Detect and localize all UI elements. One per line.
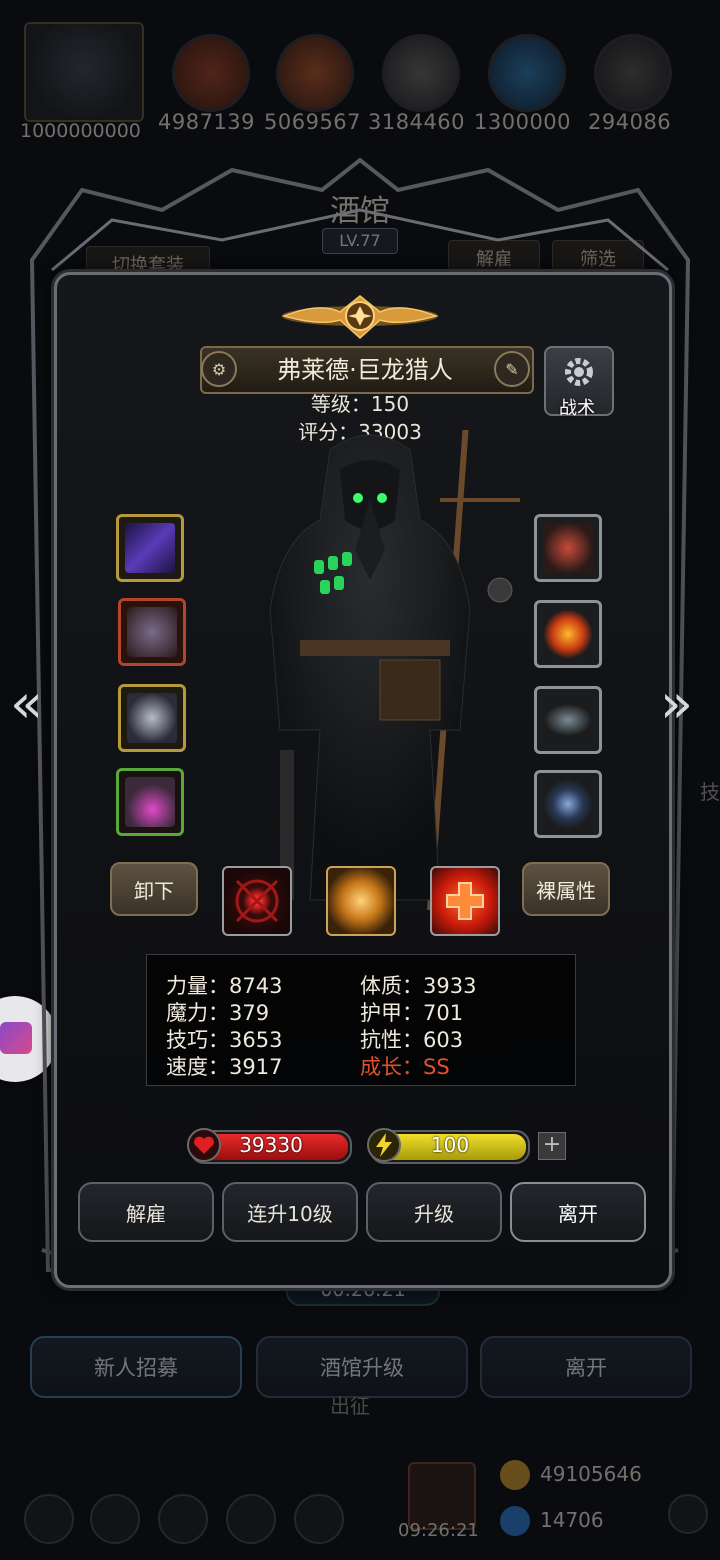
stat-skill: 技巧：3653 [166, 1028, 283, 1052]
stat-speed: 速度：3917 [166, 1055, 283, 1079]
dismiss-button[interactable]: 解雇 [78, 1182, 214, 1242]
resource-value-5: 294086 [588, 110, 672, 134]
recruit-button[interactable]: 新人招募 [30, 1336, 242, 1398]
stat-resistance: 抗性：603 [360, 1028, 464, 1052]
nav-icon-6[interactable] [668, 1494, 708, 1534]
tavern-upgrade-button[interactable]: 酒馆升级 [256, 1336, 468, 1398]
resource-value-3: 3184460 [368, 110, 466, 134]
stat-constitution: 体质：3933 [360, 974, 477, 998]
level-up-10-button[interactable]: 连升10级 [222, 1182, 358, 1242]
lightning-icon [367, 1128, 401, 1162]
skill-slot-1[interactable] [222, 866, 292, 936]
next-hero-arrow[interactable]: » [660, 672, 693, 735]
equip-slot-accessory-2[interactable] [534, 600, 602, 668]
equip-slot-accessory-3[interactable] [534, 686, 602, 754]
gold-value: 49105646 [540, 1462, 642, 1486]
add-energy-button[interactable]: + [538, 1132, 566, 1160]
bottom-timer: 09:26:21 [398, 1520, 479, 1541]
heal-cross-icon [446, 882, 484, 920]
emblem-icon [281, 295, 439, 340]
player-avatar[interactable] [24, 22, 144, 122]
player-value: 1000000000 [20, 120, 141, 142]
unequip-button[interactable]: 卸下 [110, 862, 198, 916]
resource-icon-4[interactable] [488, 34, 566, 112]
resource-value-1: 4987139 [158, 110, 256, 134]
cog-icon [565, 358, 593, 386]
resource-value-2: 5069567 [264, 110, 362, 134]
resource-icon-1[interactable] [172, 34, 250, 112]
pencil-icon: ✎ [505, 359, 519, 379]
equip-slot-helmet[interactable] [116, 768, 184, 836]
dragon-strike-icon [342, 882, 380, 920]
hero-level: 等级：150 [310, 392, 410, 416]
ring-icon [127, 693, 177, 743]
prev-hero-arrow[interactable]: « [10, 672, 43, 735]
gold-coin-icon [500, 1460, 530, 1490]
bg-leave-button[interactable]: 离开 [480, 1336, 692, 1398]
stat-strength: 力量：8743 [166, 974, 283, 998]
resource-icon-2[interactable] [276, 34, 354, 112]
base-attributes-button[interactable]: 裸属性 [522, 862, 610, 916]
helmet-icon [125, 777, 175, 827]
fire-orb-icon [543, 609, 593, 659]
stone-icon [543, 695, 593, 745]
gem-value: 14706 [540, 1508, 604, 1532]
nav-icon-1[interactable] [24, 1494, 74, 1544]
nav-icon-4[interactable] [226, 1494, 276, 1544]
demon-mask-icon [543, 523, 593, 573]
resource-value-4: 1300000 [474, 110, 572, 134]
growth-label: 成长： [360, 1055, 423, 1079]
armor-icon [127, 607, 177, 657]
skill-slot-3[interactable] [430, 866, 500, 936]
level-up-button[interactable]: 升级 [366, 1182, 502, 1242]
rename-button[interactable]: ✎ [494, 351, 530, 387]
leave-button[interactable]: 离开 [510, 1182, 646, 1242]
resource-icon-5[interactable] [594, 34, 672, 112]
stat-armor: 护甲：701 [360, 1001, 464, 1025]
growth-value: SS [423, 1055, 450, 1079]
equip-slot-armor[interactable] [118, 598, 186, 666]
nav-icon-2[interactable] [90, 1494, 140, 1544]
resource-icon-3[interactable] [382, 34, 460, 112]
skill-slot-2[interactable] [326, 866, 396, 936]
crosshair-icon [235, 879, 279, 923]
equip-slot-accessory-1[interactable] [534, 514, 602, 582]
side-hint-text: 技 [700, 780, 720, 804]
gun-icon [125, 523, 175, 573]
crystal-icon [543, 779, 593, 829]
equip-slot-weapon[interactable] [116, 514, 184, 582]
nav-icon-5[interactable] [294, 1494, 344, 1544]
hero-name: 弗莱德·巨龙猎人 [277, 356, 453, 384]
heart-icon [187, 1128, 221, 1162]
stat-magic: 魔力：379 [166, 1001, 270, 1025]
tactic-label: 战术 [559, 398, 595, 419]
stat-growth: 成长：SS [360, 1051, 450, 1081]
nav-icon-3[interactable] [158, 1494, 208, 1544]
equip-slot-ring[interactable] [118, 684, 186, 752]
equip-slot-accessory-4[interactable] [534, 770, 602, 838]
expedition-label: 出征 [330, 1394, 370, 1418]
gem-icon [500, 1506, 530, 1536]
